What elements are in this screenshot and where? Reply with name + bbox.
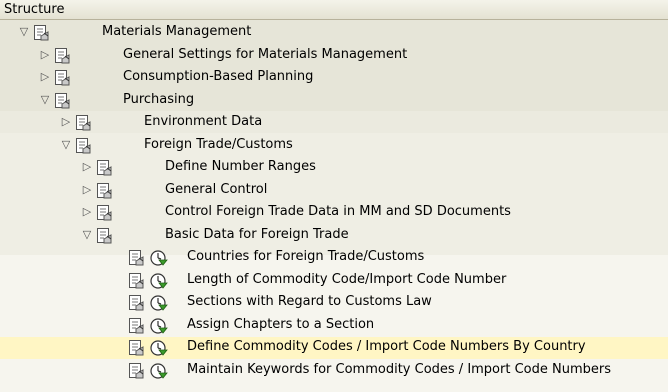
tree-row[interactable]: ▷ Control Foreign Trade Data in MM and SD… bbox=[0, 202, 668, 224]
execute-clock-icon[interactable] bbox=[149, 248, 169, 268]
collapsed-triangle-icon[interactable]: ▷ bbox=[39, 48, 51, 62]
doc-node-icon[interactable] bbox=[53, 69, 71, 87]
tree-row[interactable]: Sections with Regard to Customs Law bbox=[0, 292, 668, 314]
tree-row[interactable]: Assign Chapters to a Section bbox=[0, 315, 668, 337]
tree-node-label: Assign Chapters to a Section bbox=[187, 316, 375, 332]
tree-row[interactable]: ▽ Foreign Trade/Customs bbox=[0, 135, 668, 157]
collapsed-triangle-icon[interactable]: ▷ bbox=[39, 70, 51, 84]
execute-clock-icon[interactable] bbox=[149, 316, 169, 336]
execute-clock-icon[interactable] bbox=[149, 271, 169, 291]
collapsed-triangle-icon[interactable]: ▷ bbox=[81, 183, 93, 197]
tree-row[interactable]: ▷ General Control bbox=[0, 180, 668, 202]
doc-node-icon[interactable] bbox=[127, 272, 145, 290]
execute-clock-icon[interactable] bbox=[149, 338, 169, 358]
doc-node-icon[interactable] bbox=[95, 159, 113, 177]
structure-title: Structure bbox=[4, 2, 65, 17]
tree-row[interactable]: ▽ Purchasing bbox=[0, 90, 668, 112]
tree-node-label: General Control bbox=[165, 181, 268, 197]
tree-node-label: Consumption-Based Planning bbox=[123, 69, 314, 84]
tree-row[interactable]: Length of Commodity Code/Import Code Num… bbox=[0, 270, 668, 292]
tree-row[interactable]: ▷ General Settings for Materials Manageme… bbox=[0, 45, 668, 67]
tree-row[interactable]: Define Commodity Codes / Import Code Num… bbox=[0, 337, 668, 359]
collapsed-triangle-icon[interactable]: ▷ bbox=[60, 115, 72, 129]
doc-node-icon[interactable] bbox=[53, 92, 71, 110]
doc-node-icon[interactable] bbox=[127, 294, 145, 312]
doc-node-icon[interactable] bbox=[95, 182, 113, 200]
expanded-triangle-icon[interactable]: ▽ bbox=[39, 93, 51, 107]
doc-node-icon[interactable] bbox=[127, 249, 145, 267]
expanded-triangle-icon[interactable]: ▽ bbox=[81, 228, 93, 242]
collapsed-triangle-icon[interactable]: ▷ bbox=[81, 205, 93, 219]
tree-node-label: Purchasing bbox=[123, 91, 195, 107]
tree-node-label: General Settings for Materials Managemen… bbox=[123, 46, 408, 62]
expanded-triangle-icon[interactable]: ▽ bbox=[60, 138, 72, 152]
doc-node-icon[interactable] bbox=[127, 317, 145, 335]
tree-row[interactable]: ▷ Consumption-Based Planning bbox=[0, 67, 668, 89]
tree-node-label: Materials Management bbox=[102, 24, 252, 39]
tree-node-label: Control Foreign Trade Data in MM and SD … bbox=[165, 204, 511, 219]
tree-row[interactable]: ▷ Environment Data bbox=[0, 112, 668, 134]
execute-clock-icon[interactable] bbox=[149, 293, 169, 313]
tree-row[interactable]: Countries for Foreign Trade/Customs bbox=[0, 247, 668, 269]
execute-clock-icon[interactable] bbox=[149, 361, 169, 381]
doc-node-icon[interactable] bbox=[53, 47, 71, 65]
collapsed-triangle-icon[interactable]: ▷ bbox=[81, 160, 93, 174]
tree-node-label: Define Commodity Codes / Import Code Num… bbox=[187, 339, 586, 354]
tree-row[interactable]: ▷ Define Number Ranges bbox=[0, 157, 668, 179]
tree-node-label: Countries for Foreign Trade/Customs bbox=[187, 249, 425, 264]
tree-node-label: Length of Commodity Code/Import Code Num… bbox=[187, 271, 507, 287]
structure-header: Structure bbox=[0, 0, 668, 20]
tree-row[interactable]: Maintain Keywords for Commodity Codes / … bbox=[0, 360, 668, 382]
doc-node-icon[interactable] bbox=[74, 114, 92, 132]
expanded-triangle-icon[interactable]: ▽ bbox=[18, 25, 30, 39]
tree-node-label: Sections with Regard to Customs Law bbox=[187, 294, 432, 309]
doc-node-icon[interactable] bbox=[127, 339, 145, 357]
tree-node-label: Environment Data bbox=[144, 114, 263, 129]
tree-row[interactable]: ▽ Materials Management bbox=[0, 22, 668, 44]
tree-node-label: Define Number Ranges bbox=[165, 159, 316, 174]
doc-node-icon[interactable] bbox=[95, 204, 113, 222]
doc-node-icon[interactable] bbox=[127, 362, 145, 380]
doc-node-icon[interactable] bbox=[95, 227, 113, 245]
tree-row[interactable]: ▽ Basic Data for Foreign Trade bbox=[0, 225, 668, 247]
doc-node-icon[interactable] bbox=[74, 137, 92, 155]
tree-node-label: Foreign Trade/Customs bbox=[144, 136, 293, 152]
doc-node-icon[interactable] bbox=[32, 24, 50, 42]
tree-node-label: Maintain Keywords for Commodity Codes / … bbox=[187, 361, 611, 377]
tree-node-label: Basic Data for Foreign Trade bbox=[165, 226, 349, 242]
